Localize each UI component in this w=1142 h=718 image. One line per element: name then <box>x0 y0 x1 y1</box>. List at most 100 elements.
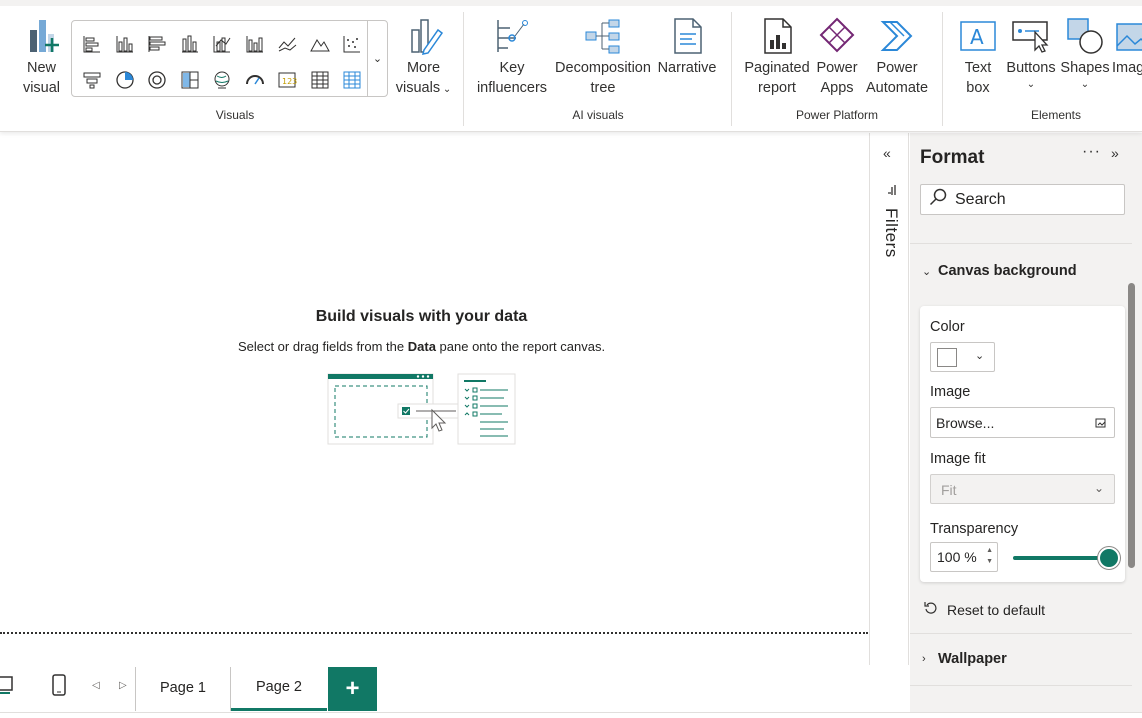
100-column-icon[interactable] <box>239 26 271 62</box>
decomposition-tree-button[interactable]: Decomposition tree <box>553 16 653 98</box>
transparency-slider-track[interactable] <box>1013 556 1109 560</box>
tab-page-2[interactable]: Page 2 <box>231 665 327 711</box>
filters-pane-collapsed: « Filters <box>869 133 909 665</box>
key-influencers-label-1: Key <box>499 60 525 76</box>
power-apps-button[interactable]: Power Apps <box>814 16 860 98</box>
ribbon-divider <box>731 12 732 126</box>
visuals-group-label: Visuals <box>215 108 255 122</box>
empty-canvas-title: Build visuals with your data <box>315 308 528 325</box>
text-box-button[interactable]: A Text box <box>955 16 1001 98</box>
shapes-label: Shapes <box>1060 60 1110 76</box>
chevron-down-icon: ⌄ <box>1093 481 1104 495</box>
search-placeholder: Search <box>955 190 1006 208</box>
mobile-view-icon[interactable] <box>48 673 72 697</box>
pie-chart-icon[interactable] <box>109 62 141 98</box>
image-fit-dropdown: Fit ⌄ <box>930 474 1115 504</box>
power-automate-label-2: Automate <box>865 80 929 96</box>
add-page-button[interactable]: + <box>328 667 377 711</box>
decomposition-tree-label-2: tree <box>590 80 616 96</box>
100-bar-icon[interactable] <box>206 26 238 62</box>
new-visual-icon <box>22 16 62 56</box>
treemap-icon[interactable] <box>174 62 206 98</box>
reset-label: Reset to default <box>947 602 1046 618</box>
filter-icon[interactable] <box>887 183 897 201</box>
image-icon <box>1112 16 1142 56</box>
new-visual-button[interactable]: New visual <box>14 16 69 98</box>
transparency-input[interactable]: 100 % ▲ ▼ <box>930 542 998 572</box>
transparency-slider-thumb[interactable] <box>1098 547 1120 569</box>
ribbon-divider <box>463 12 464 126</box>
table-icon[interactable] <box>304 62 336 98</box>
format-pane: Format ··· » Search ⌄ Canvas background … <box>910 133 1142 713</box>
section-wallpaper[interactable]: › Wallpaper <box>922 651 1007 667</box>
section-canvas-background-label: Canvas background <box>938 263 1077 279</box>
reset-to-default-button[interactable]: Reset to default <box>924 601 1045 619</box>
new-visual-label: New visual <box>22 60 61 96</box>
search-icon <box>929 188 947 211</box>
svg-text:A: A <box>970 25 984 49</box>
visuals-gallery-expand-button[interactable]: ⌄ <box>367 21 387 96</box>
filters-label[interactable]: Filters <box>881 208 901 258</box>
section-canvas-background[interactable]: ⌄ Canvas background <box>922 263 1077 279</box>
svg-text:123: 123 <box>282 77 297 86</box>
ai-visuals-group-label: AI visuals <box>572 108 624 122</box>
funnel-icon[interactable] <box>76 62 108 98</box>
empty-canvas-subtitle: Select or drag fields from the Data pane… <box>0 339 843 354</box>
image-label: Image <box>930 384 971 400</box>
desktop-view-icon[interactable] <box>0 673 16 697</box>
more-options-button[interactable]: ··· <box>1082 143 1101 161</box>
clustered-column-icon[interactable] <box>174 26 206 62</box>
line-chart-icon[interactable] <box>271 26 303 62</box>
paginated-report-label-2: report <box>758 80 796 96</box>
ribbon: New visual 123 ⌄ More visuals ⌄ Visuals … <box>0 0 1142 132</box>
power-apps-label-2: Apps <box>820 80 854 96</box>
stacked-bar-icon[interactable] <box>76 26 108 62</box>
clustered-bar-icon[interactable] <box>141 26 173 62</box>
previous-page-icon[interactable]: ◁ <box>92 680 100 691</box>
double-chevron-right-icon: » <box>1111 145 1119 161</box>
text-box-label-2: box <box>966 80 990 96</box>
spin-up-icon[interactable]: ▲ <box>986 547 993 554</box>
page-tabs-bar: ◁ ▷ Page 1 Page 2 + <box>0 665 1142 718</box>
shapes-button[interactable]: Shapes ⌄ <box>1059 16 1111 90</box>
image-browse-button[interactable]: Browse... <box>930 407 1115 438</box>
collapse-panes-button[interactable]: « <box>883 145 891 161</box>
format-search-input[interactable]: Search <box>920 184 1125 215</box>
more-visuals-label-2: visuals ⌄ <box>395 80 452 96</box>
tab-page-1[interactable]: Page 1 <box>136 665 230 711</box>
chevron-down-icon: ⌄ <box>975 350 985 362</box>
next-page-icon[interactable]: ▷ <box>119 680 127 691</box>
section-wallpaper-label: Wallpaper <box>938 651 1007 667</box>
image-browse-icon <box>1095 416 1107 434</box>
map-icon[interactable] <box>206 62 238 98</box>
collapse-format-pane-button[interactable]: » <box>1111 145 1119 161</box>
key-influencers-button[interactable]: Key influencers <box>472 16 552 98</box>
donut-chart-icon[interactable] <box>141 62 173 98</box>
empty-canvas-subtitle-pre: Select or drag fields from the <box>237 339 408 354</box>
paginated-report-button[interactable]: Paginated report <box>742 16 812 98</box>
spin-down-icon[interactable]: ▼ <box>986 558 993 565</box>
gauge-icon[interactable] <box>239 62 271 98</box>
card-icon[interactable]: 123 <box>271 62 303 98</box>
buttons-button[interactable]: Buttons ⌄ <box>1004 16 1058 90</box>
power-apps-icon <box>817 16 857 56</box>
stacked-column-icon[interactable] <box>109 26 141 62</box>
divider <box>0 712 1142 713</box>
more-visuals-label-1: More <box>406 60 441 76</box>
more-visuals-button[interactable]: More visuals ⌄ <box>396 16 451 98</box>
visuals-gallery: 123 ⌄ <box>71 20 388 97</box>
scatter-chart-icon[interactable] <box>336 26 368 62</box>
transparency-label: Transparency <box>930 521 1019 537</box>
chevron-down-icon: ⌄ <box>922 265 932 278</box>
format-pane-scrollbar[interactable] <box>1128 283 1135 568</box>
power-automate-button[interactable]: Power Automate <box>864 16 930 98</box>
canvas-page-boundary <box>0 632 868 634</box>
area-chart-icon[interactable] <box>304 26 336 62</box>
browse-label: Browse... <box>936 415 995 431</box>
image-button[interactable]: Imag <box>1112 16 1142 78</box>
power-apps-label-1: Power <box>816 60 858 76</box>
matrix-icon[interactable] <box>336 62 368 98</box>
narrative-button[interactable]: Narrative <box>655 16 719 78</box>
divider <box>910 633 1132 634</box>
color-picker-button[interactable]: ⌄ <box>930 342 995 372</box>
